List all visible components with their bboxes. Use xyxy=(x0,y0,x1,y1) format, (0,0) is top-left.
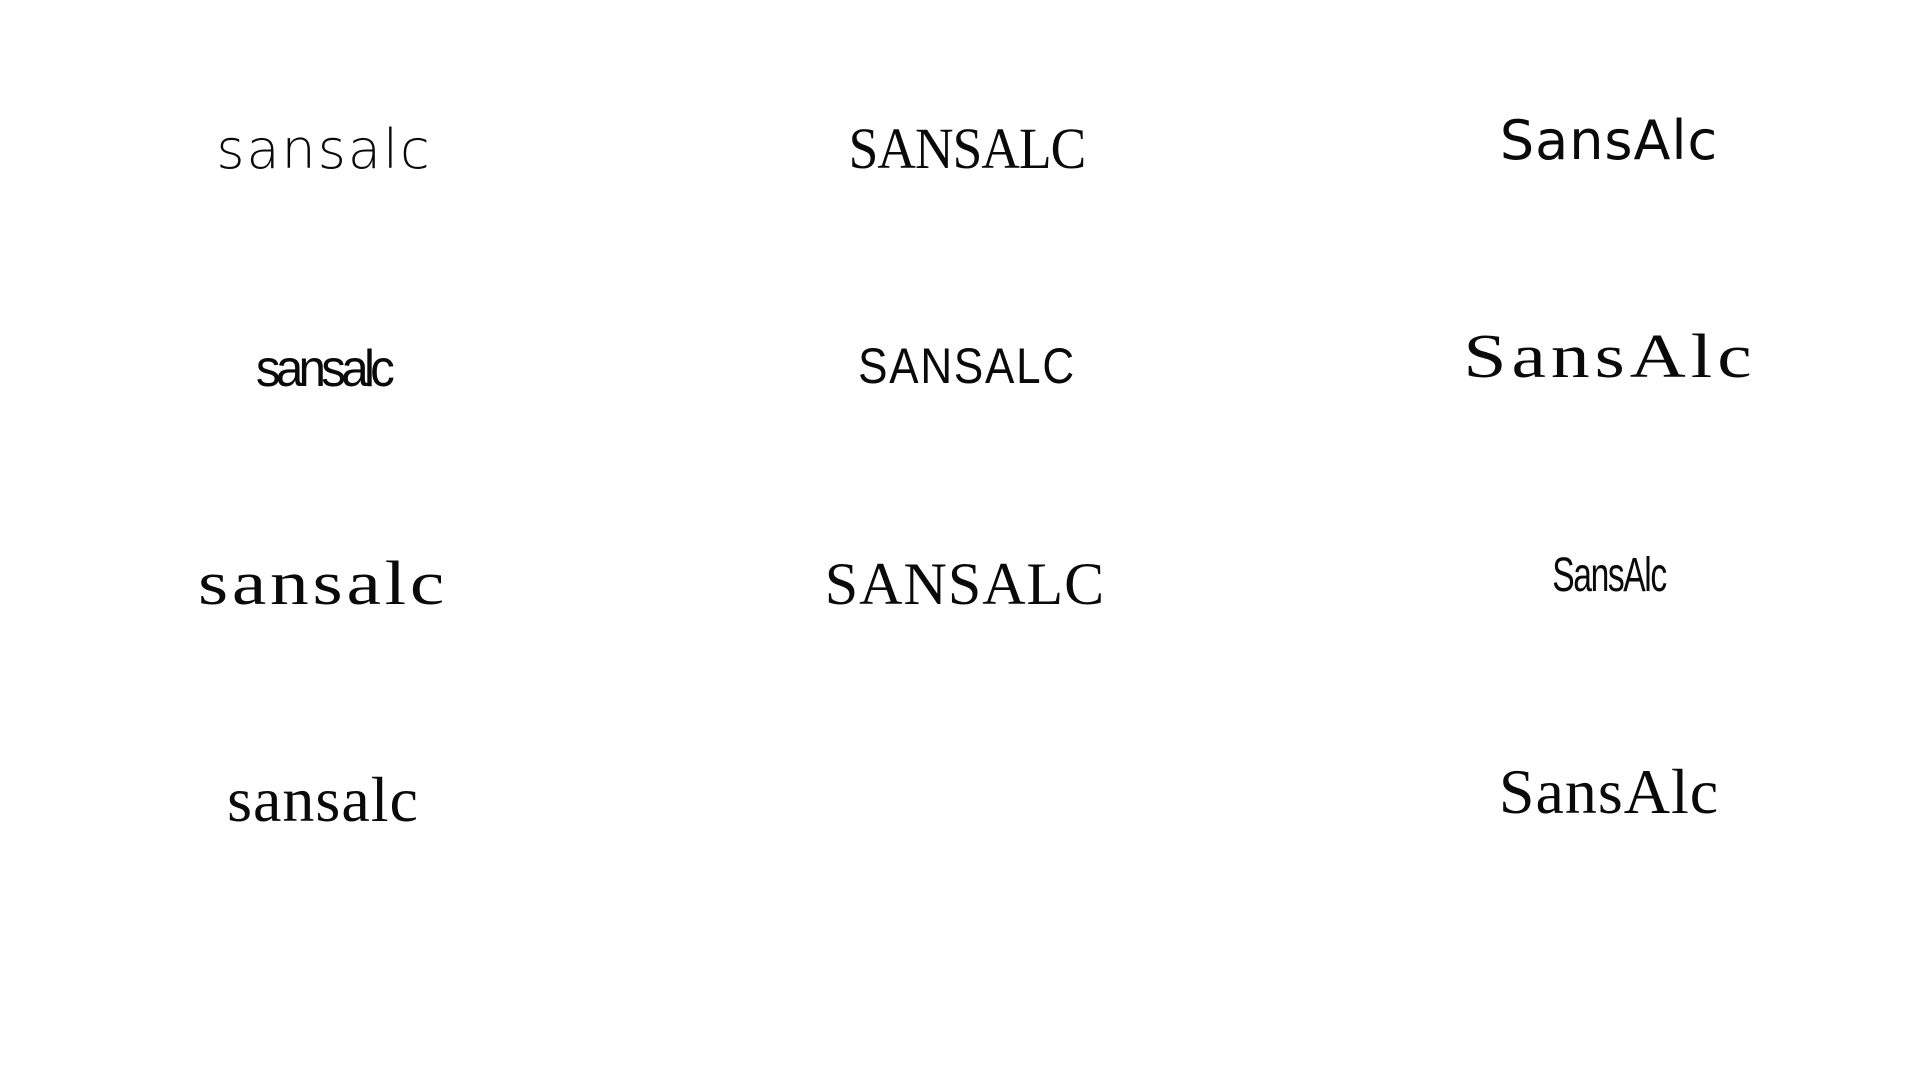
font-sample-uppercase-3: SANSALC xyxy=(824,551,1106,617)
font-sample-titlecase-4: SansAlc xyxy=(1498,756,1720,827)
font-sample-titlecase-2: SansAlc xyxy=(1463,323,1757,391)
font-sample-titlecase-3: SansAlc xyxy=(1552,549,1667,602)
font-sample-lowercase-1: sansalc xyxy=(216,118,432,181)
font-sample-lowercase-2: sansalc xyxy=(255,340,395,398)
font-sample-uppercase-1: SANSALC xyxy=(848,116,1087,181)
font-sample-uppercase-2: SANSALC xyxy=(858,338,1076,394)
font-sample-lowercase-4: sansalc xyxy=(227,764,419,835)
font-sample-titlecase-1: SansAlc xyxy=(1499,109,1719,172)
font-sample-lowercase-3: sansalc xyxy=(197,550,449,618)
